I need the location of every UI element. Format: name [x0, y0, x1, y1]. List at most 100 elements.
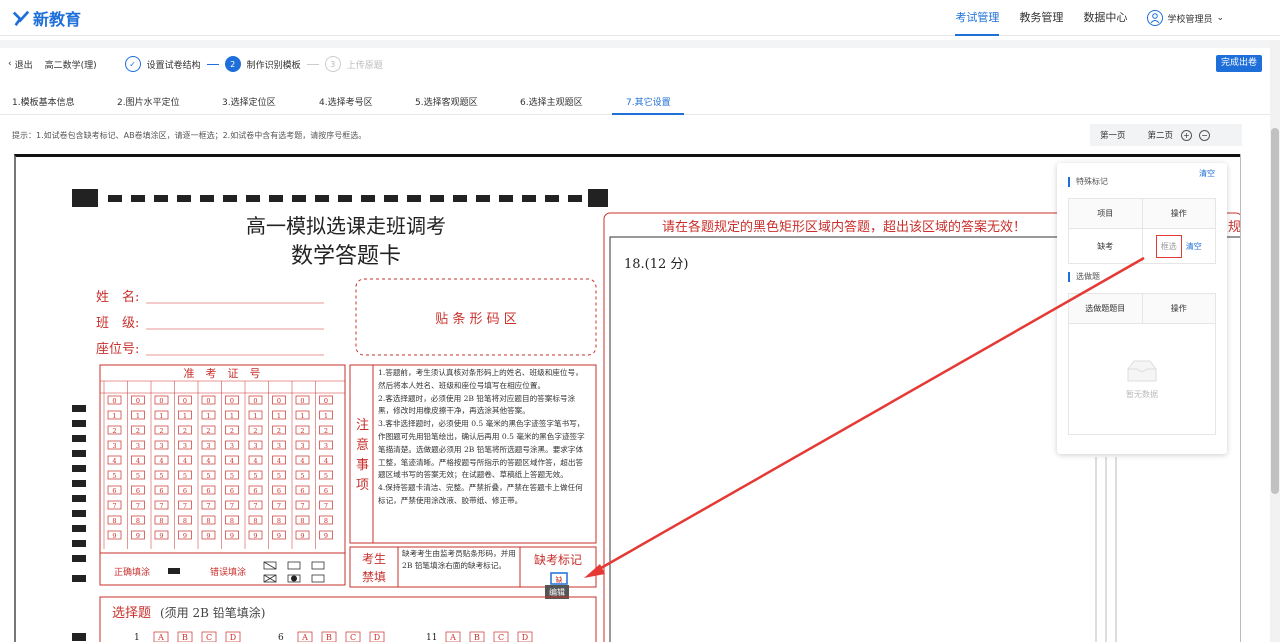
- exam-no-digit: 5: [136, 472, 140, 480]
- exam-no-digit: 3: [324, 442, 328, 450]
- user-name: 学校管理员: [1167, 14, 1213, 25]
- finish-button[interactable]: 完成出卷: [1215, 55, 1262, 72]
- timing-mark: [407, 195, 421, 202]
- absent-mark-label: 缺考标记: [534, 552, 582, 567]
- choice-option: B: [326, 633, 332, 642]
- choice-section-note: (须用 2B 铅笔填涂): [160, 605, 265, 620]
- zoom-out-icon[interactable]: −: [1199, 129, 1211, 141]
- exam-no-digit: 4: [136, 457, 140, 465]
- user-menu[interactable]: 学校管理员 ⌄: [1147, 10, 1224, 26]
- exam-no-digit: 7: [230, 502, 234, 510]
- exam-no-digit: 1: [300, 412, 304, 420]
- side-timing-mark: [72, 555, 86, 562]
- exam-no-digit: 8: [253, 517, 257, 525]
- exam-no-digit: 9: [206, 532, 210, 540]
- row-clear-button[interactable]: 清空: [1186, 241, 1202, 252]
- exam-no-digit: 9: [277, 532, 281, 540]
- step-toolbar: ‹ 退出 高二数学(理) ✓ 设置试卷结构 2 制作识别模板 3 上传原题 完成出…: [0, 50, 1280, 78]
- choice-option: A: [157, 633, 164, 642]
- tab-other-settings[interactable]: 7.其它设置: [626, 95, 671, 108]
- exam-no-digit: 0: [300, 397, 304, 405]
- exam-no-digit: 8: [183, 517, 187, 525]
- template-tabs: 1.模板基本信息 2.图片水平定位 3.选择定位区 4.选择考号区 5.选择客观…: [0, 88, 1270, 115]
- other-settings-panel: 清空 特殊标记 项目 操作 缺考 框选 清空 选做题 选做题题目 操作 暂无数据: [1057, 163, 1227, 454]
- exam-no-digit: 7: [112, 502, 116, 510]
- name-label: 姓 名:: [96, 289, 139, 305]
- exam-no-digit: 3: [300, 442, 304, 450]
- step-3-label[interactable]: 上传原题: [347, 58, 383, 71]
- nav-data-center[interactable]: 数据中心: [1083, 0, 1127, 36]
- page-switcher: 第一页 第二页 + −: [1090, 124, 1242, 146]
- exam-no-header: 准 考 证 号: [184, 367, 261, 380]
- exam-no-digit: 3: [253, 442, 257, 450]
- tab-objective-area[interactable]: 5.选择客观题区: [415, 95, 478, 108]
- notice-1: 1.答题前，考生须认真核对条形码上的姓名、班级和座位号，然后将本人姓名、班级和座…: [378, 368, 583, 390]
- edit-tag[interactable]: 编辑: [549, 587, 565, 597]
- forbid-label-2: 禁填: [362, 570, 386, 584]
- card-title: 高一模拟选课走班调考: [246, 214, 446, 238]
- exam-no-digit: 0: [230, 397, 234, 405]
- exam-no-digit: 7: [159, 502, 163, 510]
- exam-no-digit: 1: [277, 412, 281, 420]
- exam-no-digit: 2: [230, 427, 234, 435]
- exam-no-digit: 0: [277, 397, 281, 405]
- tab-basic-info[interactable]: 1.模板基本信息: [12, 95, 75, 108]
- first-page-button[interactable]: 第一页: [1100, 129, 1126, 141]
- exam-no-digit: 5: [253, 472, 257, 480]
- side-timing-mark: [72, 480, 86, 487]
- exam-no-digit: 3: [206, 442, 210, 450]
- app-logo[interactable]: 新教育: [12, 7, 81, 29]
- exam-no-digit: 6: [183, 487, 187, 495]
- optional-questions-title: 选做题: [1068, 272, 1100, 282]
- exam-no-digit: 4: [159, 457, 163, 465]
- exit-button[interactable]: ‹ 退出: [8, 58, 33, 71]
- exam-no-digit: 2: [159, 427, 163, 435]
- timing-mark: [384, 195, 398, 202]
- step-3-number: 3: [324, 56, 341, 72]
- scrollbar-thumb[interactable]: [1271, 128, 1279, 494]
- notice-3: 3.客非选择题时，必须使用 0.5 毫米的黑色字迹签字笔书写，作图题可先用铅笔绘…: [378, 419, 585, 480]
- exam-no-digit: 3: [136, 442, 140, 450]
- tab-horizontal-position[interactable]: 2.图片水平定位: [117, 95, 180, 108]
- timing-mark: [338, 195, 352, 202]
- step-2-number: 2: [224, 56, 241, 72]
- tab-exam-no-area[interactable]: 4.选择考号区: [319, 95, 373, 108]
- panel-clear-button[interactable]: 清空: [1199, 168, 1215, 179]
- exam-no-digit: 9: [253, 532, 257, 540]
- subject-name: 高二数学(理): [44, 60, 97, 71]
- exam-no-digit: 8: [300, 517, 304, 525]
- nav-academic-affairs[interactable]: 教务管理: [1019, 0, 1063, 36]
- side-timing-mark: [72, 435, 86, 442]
- choice-number: 1: [134, 633, 140, 642]
- exam-no-digit: 1: [112, 412, 116, 420]
- zoom-in-icon[interactable]: +: [1181, 129, 1193, 141]
- exam-no-digit: 3: [183, 442, 187, 450]
- choice-option: D: [230, 633, 236, 642]
- exam-no-digit: 1: [136, 412, 140, 420]
- exam-no-digit: 9: [159, 532, 163, 540]
- step-2-label[interactable]: 制作识别模板: [247, 58, 301, 71]
- second-page-button[interactable]: 第二页: [1148, 129, 1174, 141]
- choice-option: A: [449, 633, 456, 642]
- exam-no-digit: 6: [136, 487, 140, 495]
- tab-locate-area[interactable]: 3.选择定位区: [222, 95, 276, 108]
- choice-option: C: [350, 633, 356, 642]
- exam-no-digit: 4: [230, 457, 234, 465]
- exam-no-digit: 1: [159, 412, 163, 420]
- exam-no-digit: 2: [136, 427, 140, 435]
- choice-number: 11: [426, 633, 437, 642]
- choice-option: D: [522, 633, 528, 642]
- notice-4: 4.保持答题卡清洁、完整。严禁折叠，严禁在答题卡上做任何标记，严禁使用涂改液、胶…: [378, 483, 583, 505]
- empty-text: 暂无数据: [1126, 389, 1158, 399]
- row-item-absent: 缺考: [1069, 229, 1143, 263]
- step-1-label[interactable]: 设置试卷结构: [147, 58, 201, 71]
- box-select-button[interactable]: 框选: [1155, 234, 1182, 258]
- exam-no-digit: 3: [112, 442, 116, 450]
- timing-mark: [361, 195, 375, 202]
- exam-no-digit: 4: [183, 457, 187, 465]
- exam-no-digit: 5: [230, 472, 234, 480]
- tab-subjective-area[interactable]: 6.选择主观题区: [520, 95, 583, 108]
- exam-no-digit: 2: [253, 427, 257, 435]
- nav-exam-management[interactable]: 考试管理: [955, 0, 1000, 36]
- exam-no-digit: 5: [159, 472, 163, 480]
